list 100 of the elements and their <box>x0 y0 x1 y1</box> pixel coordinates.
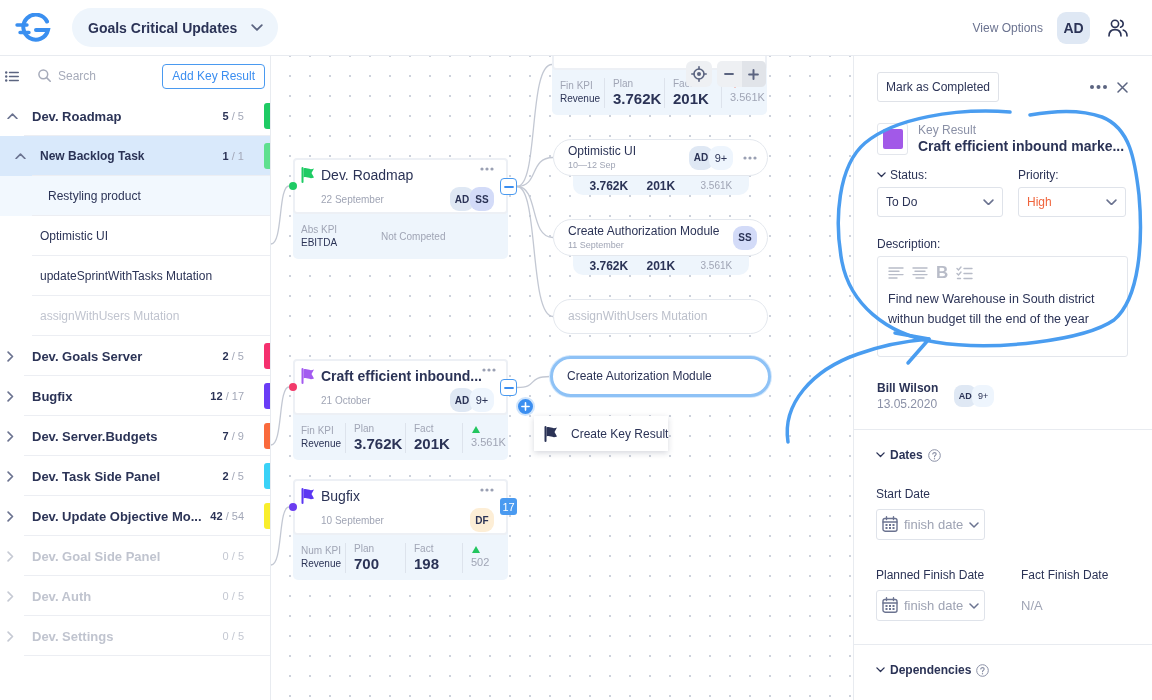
card-date: 10 September <box>321 514 384 526</box>
flag-icon <box>544 425 558 442</box>
close-icon[interactable] <box>1117 81 1128 93</box>
task-node[interactable]: Optimistic UI 10—12 Sep AD 9+ <box>553 139 768 176</box>
crosshair-icon <box>691 66 707 82</box>
item-count: 5 / 5 <box>222 110 244 122</box>
help-icon[interactable] <box>976 663 990 677</box>
chevron-right-icon[interactable] <box>7 510 14 522</box>
logo-icon[interactable] <box>15 12 51 43</box>
tree-item-label: New Backlog Task <box>40 149 145 163</box>
chevron-down-icon <box>251 23 264 32</box>
more-icon[interactable] <box>1090 85 1107 89</box>
collapse-button[interactable] <box>500 178 517 195</box>
section-title: Dependencies <box>890 663 972 677</box>
plan-value: 3.762K <box>589 178 630 193</box>
connector-line <box>271 506 290 566</box>
checklist-icon[interactable] <box>956 266 974 280</box>
chevron-down-icon <box>969 603 979 609</box>
more-icon[interactable] <box>482 368 496 372</box>
plus-icon <box>521 402 530 411</box>
task-node[interactable]: Create Authorization Module 11 September SS <box>553 219 768 256</box>
tree-item-label: Dev. Update Objective Mo... <box>32 508 202 524</box>
plan-label: Plan <box>613 78 633 90</box>
tree-item-label: assignWithUsers Mutation <box>40 309 180 323</box>
date-picker[interactable]: finish date <box>876 590 985 621</box>
description-editor[interactable]: B Find new Warehouse in South district withun budget till the end of the year <box>877 256 1128 357</box>
item-type-label: Key Result <box>918 123 978 137</box>
status-label: Status: <box>890 168 928 182</box>
item-count: 12 / 17 <box>210 390 244 402</box>
item-count: 0 / 5 <box>222 630 244 642</box>
plan-label: Plan <box>354 423 374 435</box>
search-field[interactable]: Search <box>38 63 148 89</box>
more-users-badge: 9+ <box>972 385 995 407</box>
minus-icon <box>724 73 735 75</box>
more-icon[interactable] <box>480 488 494 492</box>
fact-label: Fact <box>414 543 434 555</box>
tree-item-label: Dev. Server.Budgets <box>32 428 158 444</box>
zoom-in-button[interactable] <box>741 61 766 87</box>
mark-completed-button[interactable]: Mark as Completed <box>877 72 1000 102</box>
chevron-right-icon[interactable] <box>7 430 14 442</box>
tree-item-label: Dev. Settings <box>32 628 114 644</box>
add-child-button[interactable] <box>516 397 535 416</box>
goal-selector-dropdown[interactable]: Goals Critical Updates <box>72 8 279 47</box>
menu-item[interactable]: Create Key Result <box>538 421 675 446</box>
tree-item-label: Bugfix <box>32 388 73 404</box>
tree-item[interactable]: New Backlog Task 1 / 1 <box>0 136 270 176</box>
more-icon[interactable] <box>743 155 757 160</box>
avatar: AD <box>450 388 474 412</box>
help-icon[interactable] <box>927 448 941 462</box>
card-date: 22 September <box>321 193 384 205</box>
fact-value: 198 <box>414 555 440 572</box>
status-select[interactable]: To Do <box>877 187 1003 217</box>
description-text[interactable]: Find new Warehouse in South district withun budget till the end of the year <box>878 289 1127 329</box>
kpi-type-label: Num KPI <box>301 545 341 557</box>
chevron-down-icon[interactable] <box>876 452 885 458</box>
plan-value: 3.762K <box>613 90 662 107</box>
task-title: Create Autorization Module <box>567 369 713 384</box>
fact-value: 201K <box>646 178 677 193</box>
chevron-right-icon[interactable] <box>7 470 14 482</box>
more-icon[interactable] <box>480 167 494 171</box>
chevron-down-icon[interactable] <box>877 172 886 178</box>
tree-item-label: Optimistic UI <box>40 229 108 243</box>
tree-item-label: Restyling product <box>48 189 141 203</box>
key-result-title: Craft efficient inbound marke... <box>918 137 1125 155</box>
fact-finish-value: N/A <box>1021 598 1044 613</box>
card-title: Bugfix <box>321 488 361 504</box>
chevron-right-icon[interactable] <box>7 350 14 362</box>
chevron-up-icon[interactable] <box>7 112 18 120</box>
owner-date: 13.05.2020 <box>877 396 939 412</box>
plan-label: Plan <box>354 543 374 555</box>
task-date: 10—12 Sep <box>568 159 617 171</box>
avatar: AD <box>689 145 713 170</box>
user-avatar[interactable]: AD <box>1057 11 1090 44</box>
tree-item[interactable]: Restyling product <box>0 176 270 216</box>
task-title: Create Authorization Module <box>568 224 721 239</box>
view-options-link[interactable]: View Options <box>972 20 1043 35</box>
chevron-down-icon <box>969 522 979 528</box>
fact-label: Fact <box>414 423 434 435</box>
chevron-right-icon[interactable] <box>7 390 14 402</box>
chevron-down-icon <box>983 198 994 206</box>
task-node[interactable]: Create Autorization Module <box>550 356 771 397</box>
list-icon[interactable] <box>5 70 19 82</box>
card-title: Dev. Roadmap <box>321 167 415 183</box>
owner-name: Bill Wilson <box>877 380 939 396</box>
avatar: SS <box>733 225 757 250</box>
connector-line <box>271 386 290 446</box>
people-icon[interactable] <box>1108 18 1128 37</box>
chevron-up-icon[interactable] <box>15 152 26 160</box>
chevron-down-icon[interactable] <box>876 667 885 673</box>
tree-item-label: updateSprintWithTasks Mutation <box>40 269 213 283</box>
item-count: 1 / 1 <box>222 150 244 162</box>
delta-value: 3.561K <box>730 90 765 104</box>
kpi-metric: Revenue <box>301 557 342 570</box>
collapse-button[interactable] <box>500 379 517 396</box>
kpi-metric: Revenue <box>560 92 601 105</box>
date-picker[interactable]: finish date <box>876 509 985 540</box>
avatar: AD <box>450 187 474 211</box>
task-date: 11 September <box>568 239 625 251</box>
fact-value: 201K <box>646 258 677 273</box>
task-title: Optimistic UI <box>568 144 637 159</box>
